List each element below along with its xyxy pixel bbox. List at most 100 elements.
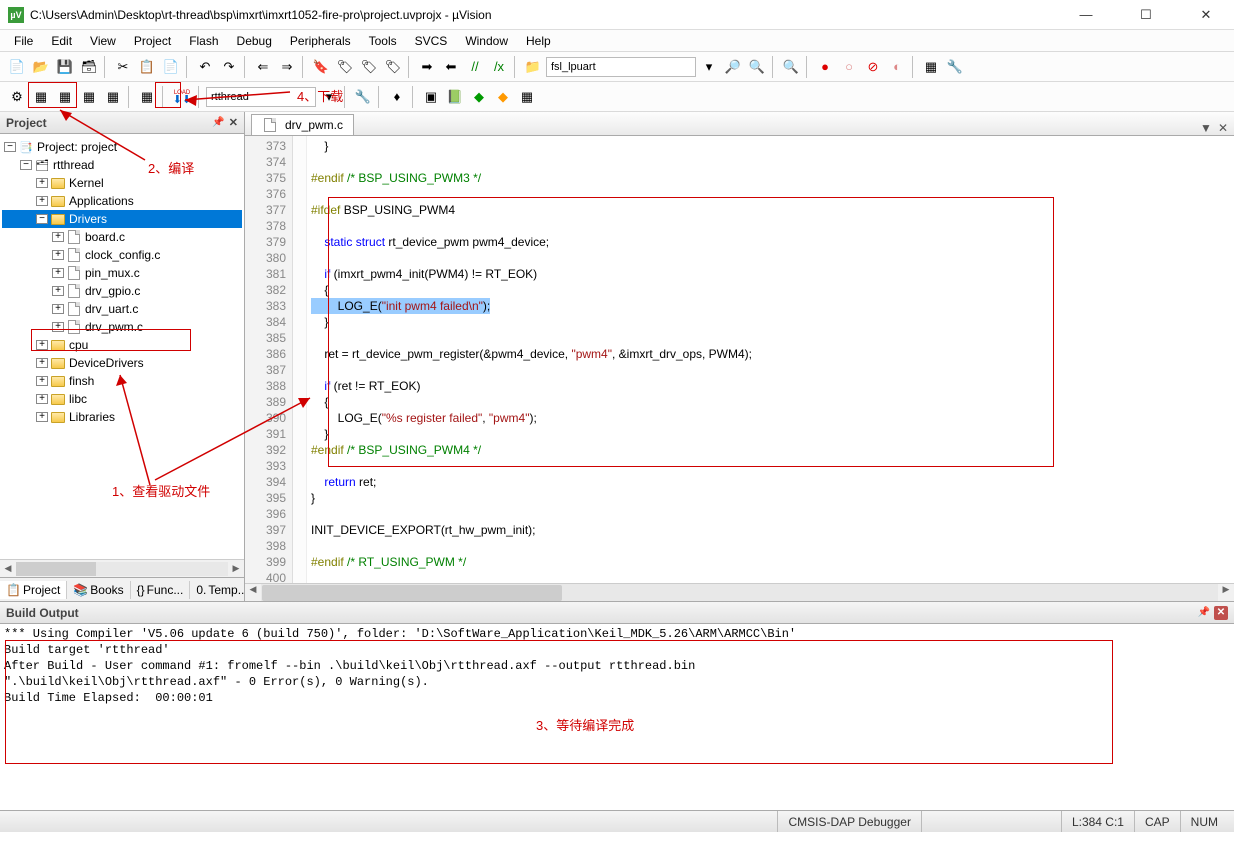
menu-svcs[interactable]: SVCS — [407, 32, 456, 50]
bookmark-prev-icon[interactable]: 🏷 — [334, 56, 356, 78]
batch-build-icon[interactable]: ▦ — [78, 86, 100, 108]
tree-file-drv-pwm[interactable]: +drv_pwm.c — [2, 318, 242, 336]
find-dropdown-icon[interactable]: ▾ — [698, 56, 720, 78]
menu-project[interactable]: Project — [126, 32, 179, 50]
editor-panel: drv_pwm.c ▼ ✕ 373 374 375 376 377 378 379… — [245, 112, 1234, 601]
comment-icon[interactable]: // — [464, 56, 486, 78]
statusbar: CMSIS-DAP Debugger L:384 C:1 CAP NUM — [0, 810, 1234, 832]
fold-column[interactable] — [293, 136, 307, 583]
bookmark-next-icon[interactable]: 🏷 — [358, 56, 380, 78]
project-tree[interactable]: −📑Project: project −🗂rtthread +Kernel +A… — [0, 134, 244, 559]
tab-project[interactable]: 📋Project — [0, 581, 67, 599]
options-icon[interactable]: 🔧 — [352, 86, 374, 108]
minimize-button[interactable]: — — [1066, 1, 1106, 29]
undo-icon[interactable]: ↶ — [194, 56, 216, 78]
cut-icon[interactable]: ✂ — [112, 56, 134, 78]
menu-file[interactable]: File — [6, 32, 41, 50]
target-dropdown-icon[interactable]: ▾ — [318, 86, 340, 108]
build-pin-icon[interactable]: 📌 — [1198, 607, 1210, 618]
tree-group-finsh[interactable]: +finsh — [2, 372, 242, 390]
editor-hscrollbar[interactable]: ◀ ▶ — [245, 583, 1234, 601]
close-button[interactable]: ✕ — [1186, 1, 1226, 29]
new-file-icon[interactable]: 📄 — [6, 56, 28, 78]
tree-group-cpu[interactable]: +cpu — [2, 336, 242, 354]
tab-books[interactable]: 📚Books — [67, 581, 130, 599]
more-icon[interactable]: ▦ — [516, 86, 538, 108]
menu-debug[interactable]: Debug — [229, 32, 280, 50]
tree-group-devicedrivers[interactable]: +DeviceDrivers — [2, 354, 242, 372]
manage-icon[interactable]: ◆ — [468, 86, 490, 108]
stop-build-icon[interactable]: ▦ — [102, 86, 124, 108]
tree-group-applications[interactable]: +Applications — [2, 192, 242, 210]
menu-tools[interactable]: Tools — [361, 32, 405, 50]
line-gutter: 373 374 375 376 377 378 379 380 381 382 … — [245, 136, 293, 583]
build-output-panel: Build Output 📌 ✕ *** Using Compiler 'V5.… — [0, 601, 1234, 810]
menu-view[interactable]: View — [82, 32, 124, 50]
tree-target[interactable]: −🗂rtthread — [2, 156, 242, 174]
panel-close-icon[interactable]: ✕ — [229, 116, 238, 129]
pack-installer-icon[interactable]: ▣ — [420, 86, 442, 108]
configure-icon[interactable]: 🔧 — [944, 56, 966, 78]
build-output-title: Build Output — [6, 606, 79, 620]
download-icon[interactable]: LOAD⬇⬇ — [170, 86, 194, 108]
breakpoint-disable-icon[interactable]: ○ — [838, 56, 860, 78]
save-all-icon[interactable]: 🗃 — [78, 56, 100, 78]
tree-group-libc[interactable]: +libc — [2, 390, 242, 408]
target-combo[interactable] — [206, 87, 316, 107]
bookmark-clear-icon[interactable]: 🏷 — [382, 56, 404, 78]
tree-hscrollbar[interactable]: ◀▶ — [0, 559, 244, 577]
tree-root[interactable]: −📑Project: project — [2, 138, 242, 156]
indent-icon[interactable]: ➡ — [416, 56, 438, 78]
nav-fwd-icon[interactable]: ⇒ — [276, 56, 298, 78]
menu-peripherals[interactable]: Peripherals — [282, 32, 359, 50]
redo-icon[interactable]: ↷ — [218, 56, 240, 78]
menu-window[interactable]: Window — [457, 32, 516, 50]
rebuild-icon[interactable]: ▦ — [54, 86, 76, 108]
tab-close-icon[interactable]: ✕ — [1218, 121, 1228, 135]
books-icon[interactable]: 📗 — [444, 86, 466, 108]
paste-icon[interactable]: 📄 — [160, 56, 182, 78]
build-close-icon[interactable]: ✕ — [1214, 606, 1228, 620]
find-combo[interactable] — [546, 57, 696, 77]
tree-file-board[interactable]: +board.c — [2, 228, 242, 246]
maximize-button[interactable]: ☐ — [1126, 1, 1166, 29]
menu-edit[interactable]: Edit — [43, 32, 80, 50]
bookmark-icon[interactable]: 🔖 — [310, 56, 332, 78]
open-icon[interactable]: 📂 — [30, 56, 52, 78]
debug-icon[interactable]: 🔍 — [780, 56, 802, 78]
window-icon[interactable]: ▦ — [920, 56, 942, 78]
target-options-icon[interactable]: ▦ — [136, 86, 158, 108]
code-content[interactable]: } #endif /* BSP_USING_PWM3 */ #ifdef BSP… — [307, 136, 1234, 583]
tree-group-drivers[interactable]: −Drivers — [2, 210, 242, 228]
tree-file-clock-config[interactable]: +clock_config.c — [2, 246, 242, 264]
menu-help[interactable]: Help — [518, 32, 559, 50]
tree-group-libraries[interactable]: +Libraries — [2, 408, 242, 426]
find-icon[interactable]: 📁 — [522, 56, 544, 78]
tree-file-drv-gpio[interactable]: +drv_gpio.c — [2, 282, 242, 300]
code-editor[interactable]: 373 374 375 376 377 378 379 380 381 382 … — [245, 136, 1234, 583]
build-output-body[interactable]: *** Using Compiler 'V5.06 update 6 (buil… — [0, 624, 1234, 810]
manage-rte-icon[interactable]: ♦ — [386, 86, 408, 108]
breakpoint-enable-icon[interactable]: ◐ — [886, 56, 908, 78]
project-panel: Project 📌 ✕ −📑Project: project −🗂rtthrea… — [0, 112, 245, 601]
tree-file-pin-mux[interactable]: +pin_mux.c — [2, 264, 242, 282]
editor-tab-drv-pwm[interactable]: drv_pwm.c — [251, 114, 354, 135]
breakpoint-kill-icon[interactable]: ⊘ — [862, 56, 884, 78]
tab-dropdown-icon[interactable]: ▼ — [1200, 121, 1212, 135]
tree-group-kernel[interactable]: +Kernel — [2, 174, 242, 192]
breakpoint-icon[interactable]: ● — [814, 56, 836, 78]
pin-icon[interactable]: 📌 — [212, 117, 224, 128]
build-icon[interactable]: ▦ — [30, 86, 52, 108]
menu-flash[interactable]: Flash — [181, 32, 226, 50]
translate-icon[interactable]: ⚙ — [6, 86, 28, 108]
copy-icon[interactable]: 📋 — [136, 56, 158, 78]
uncomment-icon[interactable]: /x — [488, 56, 510, 78]
save-icon[interactable]: 💾 — [54, 56, 76, 78]
find-in-files-icon[interactable]: 🔎 — [722, 56, 744, 78]
tree-file-drv-uart[interactable]: +drv_uart.c — [2, 300, 242, 318]
nav-back-icon[interactable]: ⇐ — [252, 56, 274, 78]
incremental-find-icon[interactable]: 🔍 — [746, 56, 768, 78]
outdent-icon[interactable]: ⬅ — [440, 56, 462, 78]
tab-functions[interactable]: {}Func... — [131, 581, 191, 599]
select-icon[interactable]: ◆ — [492, 86, 514, 108]
